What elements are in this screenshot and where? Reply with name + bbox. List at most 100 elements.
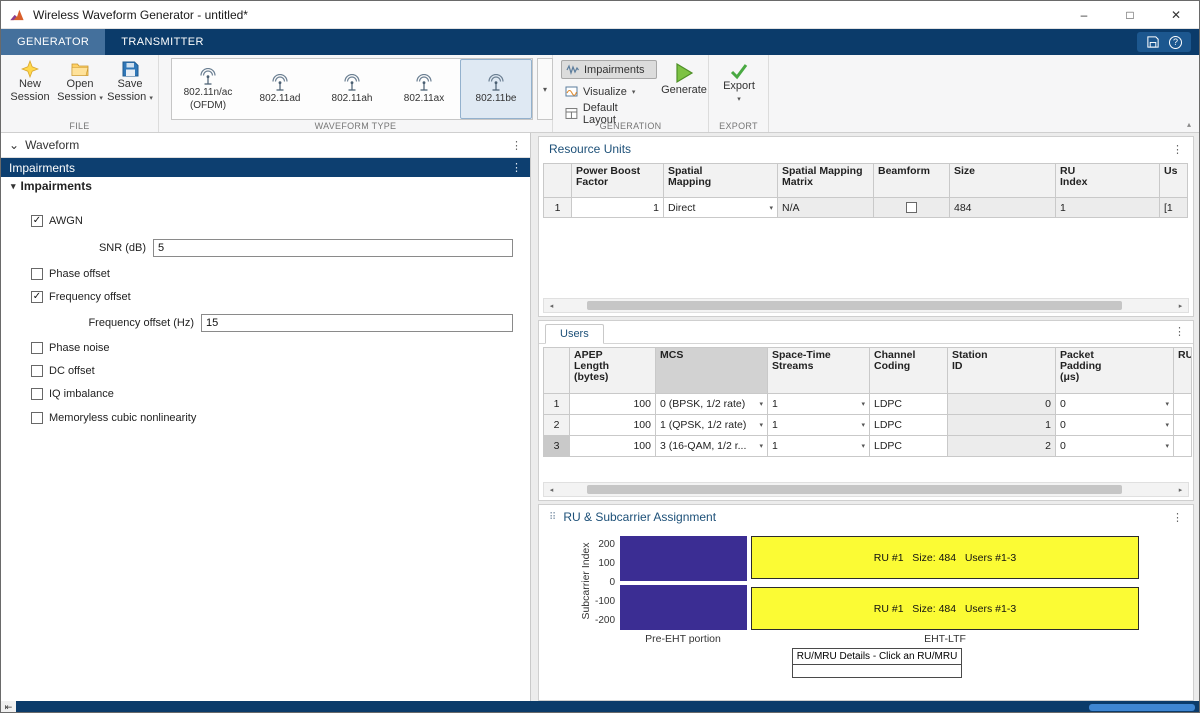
waveform-section-header[interactable]: ⌄ Waveform ⋮ xyxy=(1,133,530,158)
packet-padding-dropdown[interactable]: 0▾ xyxy=(1056,436,1174,457)
awgn-checkbox[interactable]: ✓ xyxy=(31,215,43,227)
resource-units-header-row: Power Boost Factor Spatial Mapping Spati… xyxy=(544,164,1188,198)
tab-users[interactable]: Users xyxy=(545,324,604,344)
visualize-button[interactable]: Visualize ▾ xyxy=(561,82,657,101)
dc-offset-checkbox[interactable] xyxy=(31,365,43,377)
open-session-button[interactable]: Open Session ▾ xyxy=(55,60,105,105)
new-session-button[interactable]: New Session xyxy=(5,60,55,104)
y-tick: 200 xyxy=(589,539,615,550)
apep-cell[interactable]: 100 xyxy=(570,394,656,415)
apep-cell[interactable]: 100 xyxy=(570,436,656,457)
scroll-thumb[interactable] xyxy=(587,485,1122,494)
collapse-ribbon-icon[interactable]: ▴ xyxy=(1187,120,1191,129)
users-hscrollbar[interactable]: ◂ ▸ xyxy=(543,482,1189,497)
snr-input[interactable] xyxy=(153,239,513,257)
mcs-dropdown[interactable]: 1 (QPSK, 1/2 rate)▾ xyxy=(656,415,768,436)
scroll-thumb[interactable] xyxy=(587,301,1122,310)
window-controls: – □ ✕ xyxy=(1061,1,1199,28)
dropdown-icon: ▾ xyxy=(759,400,763,408)
station-id-cell: 0 xyxy=(948,394,1056,415)
close-button[interactable]: ✕ xyxy=(1153,1,1199,28)
visualize-icon xyxy=(565,85,578,98)
col-ru-index: RU Index xyxy=(1056,164,1160,198)
mcs-dropdown[interactable]: 0 (BPSK, 1/2 rate)▾ xyxy=(656,394,768,415)
new-session-label2: Session xyxy=(10,91,49,104)
save-session-label2: Session ▾ xyxy=(107,91,153,105)
power-boost-cell[interactable]: 1 xyxy=(572,198,664,218)
awgn-label: AWGN xyxy=(49,215,83,227)
frequency-offset-input[interactable] xyxy=(201,314,513,332)
waveform-menu-icon[interactable]: ⋮ xyxy=(511,139,522,152)
waveform-80211ad-button[interactable]: 802.11ad xyxy=(244,59,316,119)
save-session-button[interactable]: Save Session ▾ xyxy=(105,60,155,105)
resource-units-hscrollbar[interactable]: ◂ ▸ xyxy=(543,298,1189,313)
minimize-button[interactable]: – xyxy=(1061,1,1107,28)
sts-dropdown[interactable]: 1▾ xyxy=(768,415,870,436)
spatial-mapping-dropdown[interactable]: Direct ▾ xyxy=(664,198,778,218)
resource-units-menu-icon[interactable]: ⋮ xyxy=(1172,143,1183,156)
apep-cell[interactable]: 100 xyxy=(570,415,656,436)
channel-coding-cell: LDPC xyxy=(870,394,948,415)
bottom-scrollbar-thumb[interactable] xyxy=(1089,704,1195,711)
col-station-id: Station ID xyxy=(948,348,1056,394)
table-row: 1 1 Direct ▾ N/A 484 1 [1 xyxy=(544,198,1188,218)
panel-drag-handle-icon[interactable]: ⠿ xyxy=(549,512,556,523)
col-space-time-streams: Space-Time Streams xyxy=(768,348,870,394)
user-numbers-cell: [1 xyxy=(1160,198,1188,218)
generate-button[interactable]: Generate xyxy=(659,62,709,97)
help-icon[interactable]: ? xyxy=(1169,36,1182,49)
mcs-dropdown[interactable]: 3 (16-QAM, 1/2 r...▾ xyxy=(656,436,768,457)
maximize-button[interactable]: □ xyxy=(1107,1,1153,28)
scroll-left-icon[interactable]: ◂ xyxy=(544,299,559,312)
beamform-cell xyxy=(874,198,950,218)
row-header-cell[interactable]: 3 xyxy=(544,436,570,457)
packet-padding-dropdown[interactable]: 0▾ xyxy=(1056,394,1174,415)
waveform-80211be-button[interactable]: 802.11be xyxy=(460,59,532,119)
frequency-offset-checkbox[interactable]: ✓ xyxy=(31,291,43,303)
impairments-toggle-button[interactable]: Impairments xyxy=(561,60,657,79)
impairments-menu-icon[interactable]: ⋮ xyxy=(511,161,522,174)
scroll-right-icon[interactable]: ▸ xyxy=(1173,483,1188,496)
beamform-checkbox[interactable] xyxy=(906,202,917,213)
ru-details-box: RU/MRU Details - Click an RU/MRU xyxy=(792,648,962,678)
waveform-80211ah-label: 802.11ah xyxy=(332,93,373,104)
sts-dropdown[interactable]: 1▾ xyxy=(768,394,870,415)
sts-dropdown[interactable]: 1▾ xyxy=(768,436,870,457)
memoryless-checkbox[interactable] xyxy=(31,412,43,424)
scroll-track[interactable] xyxy=(559,483,1173,496)
waveform-80211ax-button[interactable]: 802.11ax xyxy=(388,59,460,119)
y-tick: -100 xyxy=(589,596,615,607)
ru-block-bottom[interactable]: RU #1 Size: 484 Users #1-3 xyxy=(751,587,1139,630)
row-header-cell[interactable]: 1 xyxy=(544,198,572,218)
impairments-dock-header[interactable]: Impairments ⋮ xyxy=(1,158,530,177)
phase-offset-checkbox[interactable] xyxy=(31,268,43,280)
tab-transmitter[interactable]: TRANSMITTER xyxy=(105,29,220,55)
scroll-right-icon[interactable]: ▸ xyxy=(1173,299,1188,312)
packet-padding-dropdown[interactable]: 0▾ xyxy=(1056,415,1174,436)
users-menu-icon[interactable]: ⋮ xyxy=(1174,325,1185,338)
phase-noise-checkbox[interactable] xyxy=(31,342,43,354)
dock-icon[interactable]: ⇤ xyxy=(1,701,16,713)
y-tick: -200 xyxy=(589,615,615,626)
ru-subcarrier-panel: ⠿ RU & Subcarrier Assignment ⋮ Subcarrie… xyxy=(538,504,1194,701)
scroll-left-icon[interactable]: ◂ xyxy=(544,483,559,496)
scroll-track[interactable] xyxy=(559,299,1173,312)
tab-generator[interactable]: GENERATOR xyxy=(1,29,105,55)
col-apep-length: APEP Length (bytes) xyxy=(570,348,656,394)
station-id-cell: 1 xyxy=(948,415,1056,436)
waveform-80211nac-button[interactable]: 802.11n/ac (OFDM) xyxy=(172,59,244,119)
row-header-cell[interactable]: 2 xyxy=(544,415,570,436)
pre-eht-bar xyxy=(620,536,747,630)
ru-subcarrier-menu-icon[interactable]: ⋮ xyxy=(1172,511,1183,524)
impairments-section-title[interactable]: ▾ Impairments xyxy=(11,179,92,193)
row-header-cell[interactable]: 1 xyxy=(544,394,570,415)
col-power-boost: Power Boost Factor xyxy=(572,164,664,198)
export-button[interactable]: Export ▾ xyxy=(714,62,764,106)
save-icon[interactable] xyxy=(1146,35,1160,49)
ru-block-top[interactable]: RU #1 Size: 484 Users #1-3 xyxy=(751,536,1139,579)
waveform-80211ah-button[interactable]: 802.11ah xyxy=(316,59,388,119)
col-user-numbers: Us xyxy=(1160,164,1188,198)
waveform-gallery-dropdown[interactable]: ▾ xyxy=(537,58,553,120)
iq-imbalance-checkbox[interactable] xyxy=(31,388,43,400)
col-packet-padding: Packet Padding (μs) xyxy=(1056,348,1174,394)
